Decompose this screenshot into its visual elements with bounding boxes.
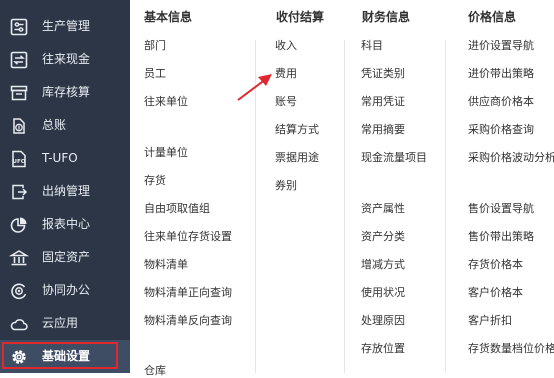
menu-link-usage-status[interactable]: 使用状况: [361, 286, 405, 300]
menu-link-voucher-type[interactable]: 凭证类别: [361, 67, 405, 81]
sidebar-item-label: 库存核算: [42, 85, 91, 99]
sidebar-nav: 生产管理 往来现金 库存核算 总账 UFO T-UFO 出纳管理 报表中心 固定…: [0, 0, 130, 373]
menu-link-account-number[interactable]: 账号: [275, 95, 297, 109]
column-divider: [445, 40, 446, 373]
menu-link-increase-decrease-method[interactable]: 增减方式: [361, 258, 405, 272]
cashier-icon: [9, 182, 29, 202]
menu-link-bill-purpose[interactable]: 票据用途: [275, 151, 319, 165]
menu-link-subject[interactable]: 科目: [361, 39, 383, 53]
column-header-basic-info: 基本信息: [144, 10, 193, 24]
menu-link-unit-of-measure[interactable]: 计量单位: [144, 146, 188, 160]
menu-link-common-summary[interactable]: 常用摘要: [361, 123, 405, 137]
sidebar-item-transactions-cash[interactable]: 往来现金: [0, 43, 130, 76]
ufo-report-icon: UFO: [9, 149, 29, 169]
exchange-icon: [9, 50, 29, 70]
sidebar-item-label: 固定资产: [42, 250, 91, 264]
menu-link-bill-of-materials[interactable]: 物料清单: [144, 258, 188, 272]
menu-link-purchase-price-nav[interactable]: 进价设置导航: [468, 39, 534, 53]
sidebar-item-report-center[interactable]: 报表中心: [0, 208, 130, 241]
menu-link-asset-attribute[interactable]: 资产属性: [361, 202, 405, 216]
column-divider: [255, 40, 256, 373]
sidebar-item-t-ufo[interactable]: UFO T-UFO: [0, 142, 130, 175]
menu-link-expense[interactable]: 费用: [275, 67, 297, 81]
sidebar-item-label: 云应用: [42, 316, 79, 330]
menu-link-business-partner[interactable]: 往来单位: [144, 95, 188, 109]
menu-link-common-voucher[interactable]: 常用凭证: [361, 95, 405, 109]
menu-link-cash-flow-item[interactable]: 现金流量项目: [361, 151, 427, 165]
menu-link-free-item-value-group[interactable]: 自由项取值组: [144, 202, 210, 216]
gear-icon: [9, 347, 29, 367]
sidebar-item-label: 出纳管理: [42, 184, 91, 198]
column-divider: [344, 40, 345, 373]
column-header-finance-info: 财务信息: [362, 10, 411, 24]
menu-link-storage-location[interactable]: 存放位置: [361, 342, 405, 356]
menu-link-inventory-price-book[interactable]: 存货价格本: [468, 258, 523, 272]
bank-building-icon: [9, 248, 29, 268]
collaboration-icon: [9, 281, 29, 301]
sidebar-item-label: 基础设置: [42, 349, 91, 363]
sidebar-item-label: 协同办公: [42, 283, 91, 297]
menu-link-settlement-method[interactable]: 结算方式: [275, 123, 319, 137]
svg-text:UFO: UFO: [13, 159, 26, 165]
menu-link-income[interactable]: 收入: [275, 39, 297, 53]
inventory-icon: [9, 83, 29, 103]
menu-link-supplier-price-book[interactable]: 供应商价格本: [468, 95, 534, 109]
menu-link-employee[interactable]: 员工: [144, 67, 166, 81]
ledger-icon: [9, 116, 29, 136]
menu-link-department[interactable]: 部门: [144, 39, 166, 53]
menu-link-partner-inventory-setup[interactable]: 往来单位存货设置: [144, 230, 232, 244]
menu-link-asset-category[interactable]: 资产分类: [361, 230, 405, 244]
settings-menu-panel: 基本信息 收付结算 财务信息 价格信息 部门 员工 往来单位 计量单位 存货 自…: [130, 0, 554, 377]
sliders-icon: [9, 17, 29, 37]
menu-link-customer-discount[interactable]: 客户折扣: [468, 314, 512, 328]
column-header-settlement: 收付结算: [276, 10, 325, 24]
menu-link-purchase-price-query[interactable]: 采购价格查询: [468, 123, 534, 137]
column-header-price-info: 价格信息: [468, 10, 517, 24]
cloud-icon: [9, 314, 29, 334]
menu-link-sales-price-nav[interactable]: 售价设置导航: [468, 202, 534, 216]
sidebar-item-basic-settings[interactable]: 基础设置: [0, 340, 130, 373]
menu-link-customer-price-book[interactable]: 客户价格本: [468, 286, 523, 300]
sidebar-item-cashier[interactable]: 出纳管理: [0, 175, 130, 208]
menu-link-denomination[interactable]: 券别: [275, 179, 297, 193]
sidebar-item-fixed-assets[interactable]: 固定资产: [0, 241, 130, 274]
pie-chart-icon: [9, 215, 29, 235]
menu-link-bom-reverse-query[interactable]: 物料清单反向查询: [144, 314, 232, 328]
sidebar-item-cloud-apps[interactable]: 云应用: [0, 307, 130, 340]
sidebar-item-label: 生产管理: [42, 19, 91, 33]
sidebar-item-production[interactable]: 生产管理: [0, 10, 130, 43]
sidebar-item-collaboration[interactable]: 协同办公: [0, 274, 130, 307]
menu-link-warehouse[interactable]: 仓库: [144, 364, 166, 378]
sidebar-item-label: T-UFO: [42, 151, 78, 165]
menu-link-purchase-price-strategy[interactable]: 进价带出策略: [468, 67, 534, 81]
menu-link-bom-forward-query[interactable]: 物料清单正向查询: [144, 286, 232, 300]
sidebar-item-label: 报表中心: [42, 217, 91, 231]
menu-link-purchase-price-volatility[interactable]: 采购价格波动分析: [468, 151, 554, 165]
menu-link-sales-price-strategy[interactable]: 售价带出策略: [468, 230, 534, 244]
menu-link-quantity-tier-price[interactable]: 存货数量档位价格: [468, 342, 554, 356]
menu-link-disposal-reason[interactable]: 处理原因: [361, 314, 405, 328]
sidebar-item-general-ledger[interactable]: 总账: [0, 109, 130, 142]
sidebar-item-label: 总账: [42, 118, 67, 132]
sidebar-item-label: 往来现金: [42, 52, 91, 66]
sidebar-item-inventory-accounting[interactable]: 库存核算: [0, 76, 130, 109]
menu-link-inventory-item[interactable]: 存货: [144, 174, 166, 188]
